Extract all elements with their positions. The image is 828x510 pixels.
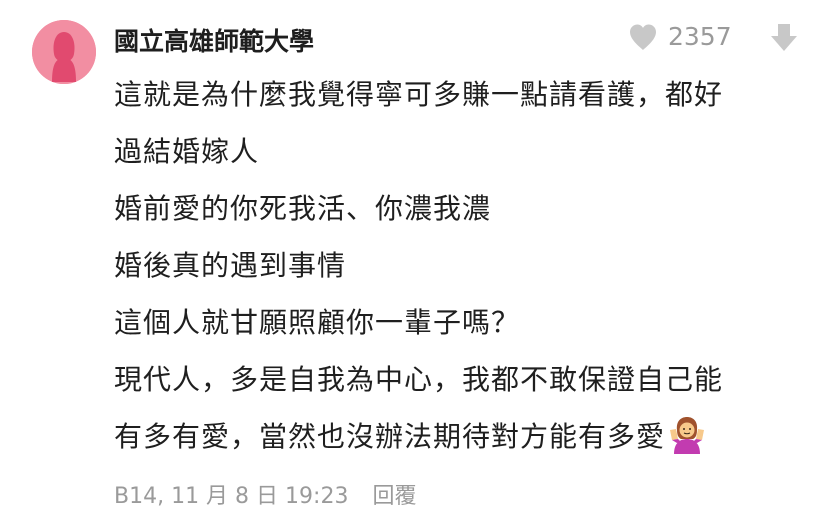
heart-icon — [630, 24, 656, 50]
comment-line: 這就是為什麼我覺得寧可多賺一點請看護，都好 — [114, 78, 724, 111]
person-shrugging-emoji — [667, 414, 707, 454]
arrow-down-icon — [771, 24, 797, 51]
comment-body: 這就是為什麼我覺得寧可多賺一點請看護，都好 過結婚嫁人 婚前愛的你死我活、你濃我… — [114, 66, 814, 465]
comment-meta: B14, 11 月 8 日 19:23 回覆 — [114, 478, 416, 510]
like-button[interactable]: 2357 — [628, 22, 732, 51]
comment-line-last: 有多有愛，當然也沒辦法期待對方能有多愛 — [114, 408, 814, 465]
author-name[interactable]: 國立高雄師範大學 — [114, 22, 314, 58]
like-count: 2357 — [668, 22, 732, 51]
comment-line-text: 有多有愛，當然也沒辦法期待對方能有多愛 — [114, 420, 666, 453]
downvote-button[interactable] — [770, 22, 798, 52]
comment-line: 婚後真的遇到事情 — [114, 249, 347, 282]
comment-line: 過結婚嫁人 — [114, 135, 260, 168]
female-avatar-icon — [32, 20, 96, 84]
comment-line: 現代人，多是自我為中心，我都不敢保證自己能 — [114, 363, 724, 396]
comment-line: 婚前愛的你死我活、你濃我濃 — [114, 192, 492, 225]
author-avatar[interactable] — [32, 20, 96, 84]
floor-and-time: B14, 11 月 8 日 19:23 — [114, 484, 349, 509]
comment-line: 這個人就甘願照顧你一輩子嗎？ — [114, 306, 521, 339]
reply-button[interactable]: 回覆 — [372, 478, 416, 510]
